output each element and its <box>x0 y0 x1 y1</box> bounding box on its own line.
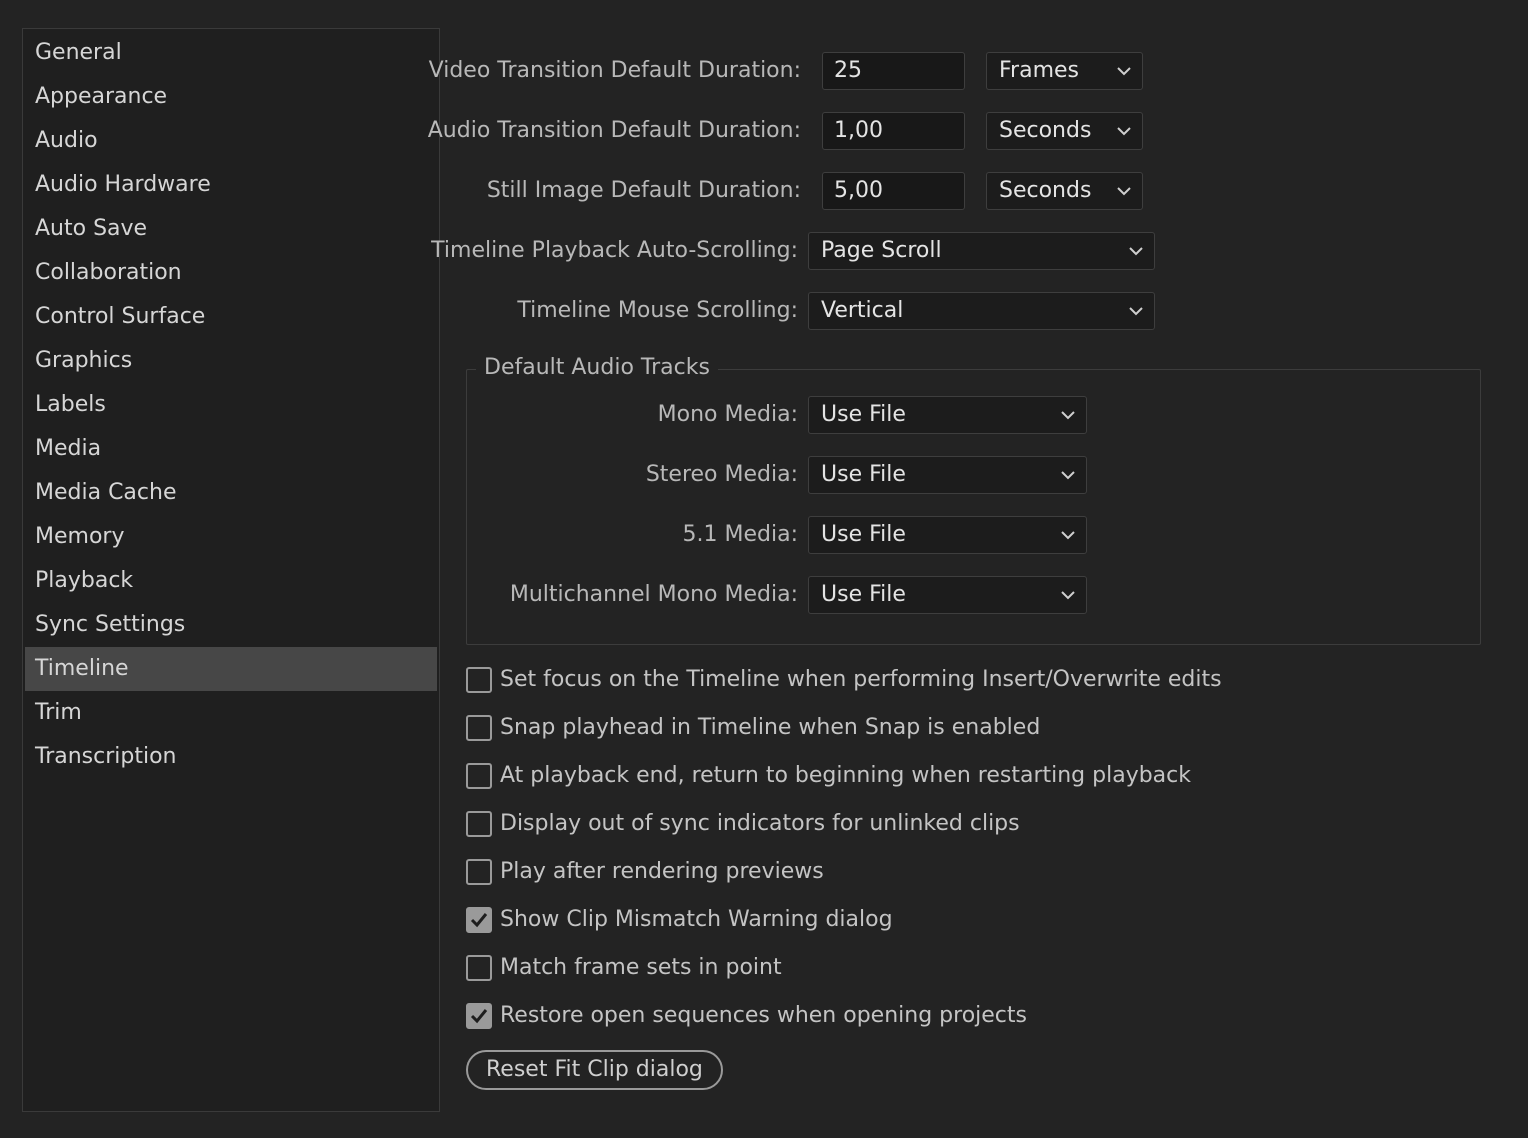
multichannel-mono-media-label: Multichannel Mono Media: <box>509 582 798 607</box>
sidebar-item-memory[interactable]: Memory <box>25 515 437 559</box>
still-image-duration-input[interactable]: 5,00 <box>822 172 965 210</box>
checkbox-checked[interactable] <box>466 907 492 933</box>
sidebar-item-transcription[interactable]: Transcription <box>25 735 437 779</box>
still-image-unit-select[interactable]: Seconds <box>986 172 1143 210</box>
chevron-down-icon <box>1129 247 1143 256</box>
option-label: Play after rendering previews <box>500 859 824 884</box>
chevron-down-icon <box>1061 471 1075 480</box>
sidebar-item-labels[interactable]: Labels <box>25 383 437 427</box>
multichannel-mono-media-value: Use File <box>821 582 906 607</box>
five-one-media-label: 5.1 Media: <box>682 522 798 547</box>
five-one-media-value: Use File <box>821 522 906 547</box>
checkbox-checked[interactable] <box>466 1003 492 1029</box>
multichannel-mono-media-select[interactable]: Use File <box>808 576 1087 614</box>
sidebar-item-audio-hardware[interactable]: Audio Hardware <box>25 163 437 207</box>
video-transition-unit-value: Frames <box>999 58 1080 83</box>
stereo-media-value: Use File <box>821 462 906 487</box>
option-label: Restore open sequences when opening proj… <box>500 1003 1027 1028</box>
stereo-media-select[interactable]: Use File <box>808 456 1087 494</box>
sidebar-item-appearance[interactable]: Appearance <box>25 75 437 119</box>
mono-media-value: Use File <box>821 402 906 427</box>
chevron-down-icon <box>1117 187 1131 196</box>
option-label: Snap playhead in Timeline when Snap is e… <box>500 715 1041 740</box>
reset-fit-clip-dialog-button[interactable]: Reset Fit Clip dialog <box>466 1050 723 1090</box>
still-image-duration-label: Still Image Default Duration: <box>486 178 801 203</box>
sidebar-item-media-cache[interactable]: Media Cache <box>25 471 437 515</box>
audio-transition-unit-select[interactable]: Seconds <box>986 112 1143 150</box>
chevron-down-icon <box>1117 67 1131 76</box>
checkbox[interactable] <box>466 859 492 885</box>
chevron-down-icon <box>1061 411 1075 420</box>
video-transition-unit-select[interactable]: Frames <box>986 52 1143 90</box>
mono-media-label: Mono Media: <box>657 402 798 427</box>
audio-transition-unit-value: Seconds <box>999 118 1092 143</box>
checkbox[interactable] <box>466 955 492 981</box>
checkbox[interactable] <box>466 763 492 789</box>
video-transition-duration-label: Video Transition Default Duration: <box>428 58 801 83</box>
mouse-scrolling-select[interactable]: Vertical <box>808 292 1155 330</box>
default-audio-tracks-title: Default Audio Tracks <box>476 352 718 384</box>
preferences-sidebar: General Appearance Audio Audio Hardware … <box>22 28 440 1112</box>
sidebar-item-trim[interactable]: Trim <box>25 691 437 735</box>
sidebar-item-graphics[interactable]: Graphics <box>25 339 437 383</box>
audio-transition-duration-label: Audio Transition Default Duration: <box>427 118 801 143</box>
playback-auto-scrolling-value: Page Scroll <box>821 238 942 263</box>
sidebar-item-timeline[interactable]: Timeline <box>25 647 437 691</box>
chevron-down-icon <box>1061 591 1075 600</box>
sidebar-item-media[interactable]: Media <box>25 427 437 471</box>
audio-transition-duration-input[interactable]: 1,00 <box>822 112 965 150</box>
stereo-media-label: Stereo Media: <box>645 462 798 487</box>
chevron-down-icon <box>1117 127 1131 136</box>
mouse-scrolling-value: Vertical <box>821 298 904 323</box>
still-image-unit-value: Seconds <box>999 178 1092 203</box>
sidebar-item-control-surface[interactable]: Control Surface <box>25 295 437 339</box>
sidebar-item-playback[interactable]: Playback <box>25 559 437 603</box>
video-transition-duration-input[interactable]: 25 <box>822 52 965 90</box>
checkbox[interactable] <box>466 811 492 837</box>
option-label: Set focus on the Timeline when performin… <box>500 667 1222 692</box>
checkmark-icon <box>470 913 488 928</box>
option-label: Match frame sets in point <box>500 955 782 980</box>
sidebar-item-audio[interactable]: Audio <box>25 119 437 163</box>
sidebar-item-general[interactable]: General <box>25 31 437 75</box>
checkbox[interactable] <box>466 667 492 693</box>
playback-auto-scrolling-select[interactable]: Page Scroll <box>808 232 1155 270</box>
chevron-down-icon <box>1061 531 1075 540</box>
mono-media-select[interactable]: Use File <box>808 396 1087 434</box>
sidebar-item-auto-save[interactable]: Auto Save <box>25 207 437 251</box>
playback-auto-scrolling-label: Timeline Playback Auto-Scrolling: <box>431 238 798 263</box>
option-label: Show Clip Mismatch Warning dialog <box>500 907 893 932</box>
option-label: At playback end, return to beginning whe… <box>500 763 1192 788</box>
sidebar-item-collaboration[interactable]: Collaboration <box>25 251 437 295</box>
five-one-media-select[interactable]: Use File <box>808 516 1087 554</box>
mouse-scrolling-label: Timeline Mouse Scrolling: <box>517 298 798 323</box>
checkbox[interactable] <box>466 715 492 741</box>
option-label: Display out of sync indicators for unlin… <box>500 811 1020 836</box>
chevron-down-icon <box>1129 307 1143 316</box>
checkmark-icon <box>470 1009 488 1024</box>
sidebar-item-sync-settings[interactable]: Sync Settings <box>25 603 437 647</box>
